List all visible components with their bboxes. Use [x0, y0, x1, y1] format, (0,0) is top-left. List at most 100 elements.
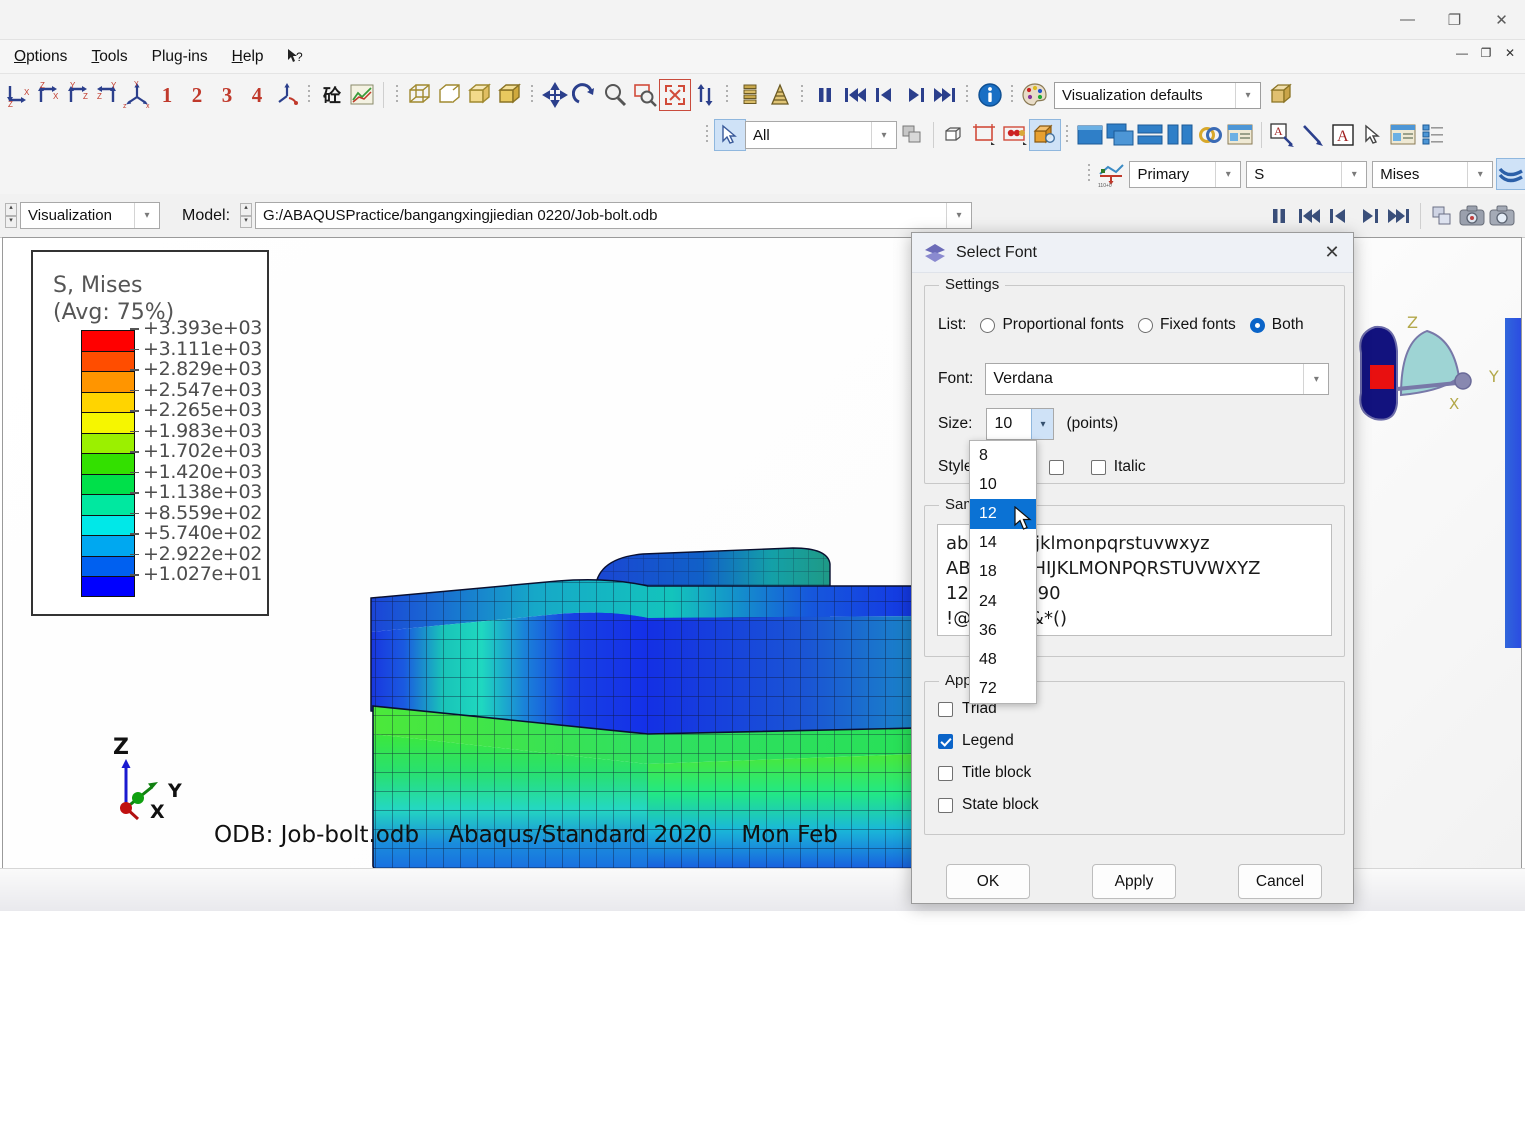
display-group-icon[interactable]: [940, 120, 970, 150]
ply-stack-icon[interactable]: [735, 80, 765, 110]
create-set-icon[interactable]: [970, 120, 1000, 150]
toolbar-grip[interactable]: [529, 82, 536, 108]
window-maximize-button[interactable]: ❐: [1431, 0, 1478, 39]
view-zy-icon[interactable]: ZY: [92, 80, 122, 110]
saved-view-4-button[interactable]: 4: [242, 80, 272, 110]
font-size-dropdown-list[interactable]: 8 10 12 14 18 24 36 48 72: [969, 440, 1037, 704]
font-size-option[interactable]: 24: [970, 587, 1036, 616]
viewport-list-icon[interactable]: [1418, 120, 1448, 150]
font-size-combo[interactable]: 10 ▾: [986, 408, 1055, 440]
pause-icon[interactable]: [810, 80, 840, 110]
saved-view-3-button[interactable]: 3: [212, 80, 242, 110]
cube-icon[interactable]: [1267, 80, 1297, 110]
text-tool-icon[interactable]: A: [1328, 120, 1358, 150]
deformed-shape-icon[interactable]: [1496, 158, 1525, 190]
mdi-minimize-button[interactable]: —: [1451, 43, 1473, 63]
title-block-checkbox[interactable]: [938, 765, 953, 781]
chevron-down-icon[interactable]: ▾: [946, 203, 972, 228]
selection-arrow-icon[interactable]: [714, 119, 746, 151]
copy-viewport-icon[interactable]: [1427, 201, 1457, 231]
bold-checkbox[interactable]: [1048, 459, 1064, 475]
font-size-option[interactable]: 48: [970, 645, 1036, 674]
chevron-down-icon[interactable]: ▾: [1467, 161, 1493, 187]
cycle-view-icon[interactable]: [690, 80, 720, 110]
font-size-option[interactable]: 14: [970, 529, 1036, 558]
filled-icon[interactable]: [495, 80, 525, 110]
mdi-close-button[interactable]: ✕: [1499, 43, 1521, 63]
snapshot-icon[interactable]: [1487, 201, 1517, 231]
font-size-option[interactable]: 18: [970, 558, 1036, 587]
triad-checkbox[interactable]: [938, 701, 953, 717]
tile-horizontal-icon[interactable]: [1135, 120, 1165, 150]
radio-both-fonts[interactable]: [1249, 317, 1265, 333]
checkbox-row-legend[interactable]: Legend: [938, 732, 1039, 750]
pan-icon[interactable]: [540, 80, 570, 110]
dialog-close-button[interactable]: ✕: [1311, 233, 1353, 272]
component-combo[interactable]: Mises ▾: [1372, 160, 1494, 188]
font-family-combo[interactable]: Verdana ▾: [985, 363, 1330, 395]
previous-frame-icon[interactable]: [870, 80, 900, 110]
legend-checkbox[interactable]: [938, 733, 953, 749]
chevron-down-icon[interactable]: ▾: [1303, 364, 1329, 394]
next-frame-icon[interactable]: [1354, 201, 1384, 231]
chevron-down-icon[interactable]: ▾: [1235, 82, 1260, 108]
window-minimize-button[interactable]: —: [1384, 0, 1431, 39]
color-palette-icon[interactable]: [1020, 80, 1050, 110]
command-line-panel[interactable]: [0, 911, 1525, 1145]
arrow-question-icon[interactable]: ?: [286, 48, 304, 66]
model-path-combo[interactable]: G:/ABAQUSPractice/bangangxingjiedian 022…: [255, 202, 973, 229]
toolbar-grip[interactable]: [799, 82, 806, 108]
select-annotation-icon[interactable]: [1358, 120, 1388, 150]
menu-tools[interactable]: Tools: [79, 45, 139, 69]
fit-all-icon[interactable]: [659, 79, 691, 111]
primary-variable-combo[interactable]: Primary ▾: [1129, 160, 1242, 188]
query-icon[interactable]: [1029, 119, 1061, 151]
box-zoom-icon[interactable]: [630, 80, 660, 110]
saved-view-1-button[interactable]: 1: [152, 80, 182, 110]
cancel-button[interactable]: Cancel: [1238, 864, 1322, 899]
module-spinner[interactable]: ▴ ▾: [5, 203, 17, 228]
shaded-icon[interactable]: [465, 80, 495, 110]
view-zx-icon[interactable]: ZX: [32, 80, 62, 110]
wireframe-icon[interactable]: [405, 80, 435, 110]
chevron-down-icon[interactable]: ▾: [1341, 161, 1367, 187]
magnify-icon[interactable]: [600, 80, 630, 110]
apply-button[interactable]: Apply: [1092, 864, 1176, 899]
first-frame-icon[interactable]: [840, 80, 870, 110]
chevron-down-icon[interactable]: ▾: [134, 203, 159, 228]
view-xz-icon[interactable]: XZ: [2, 80, 32, 110]
select-entities-icon[interactable]: [897, 120, 927, 150]
font-size-option[interactable]: 8: [970, 441, 1036, 470]
first-frame-icon[interactable]: [1294, 201, 1324, 231]
pause-icon[interactable]: [1264, 201, 1294, 231]
state-block-checkbox[interactable]: [938, 797, 953, 813]
module-combo[interactable]: Visualization ▾: [20, 202, 160, 229]
output-variable-combo[interactable]: S ▾: [1246, 160, 1368, 188]
arrow-annotation-icon[interactable]: [1298, 120, 1328, 150]
radio-fixed-fonts[interactable]: [1137, 317, 1153, 333]
info-icon[interactable]: [975, 80, 1005, 110]
hidden-line-icon[interactable]: [435, 80, 465, 110]
compass-shape-icon[interactable]: [1353, 305, 1503, 435]
font-size-option[interactable]: 72: [970, 675, 1036, 704]
probe-icon[interactable]: [1000, 120, 1030, 150]
field-output-icon[interactable]: 110+0: [1096, 159, 1126, 189]
mdi-maximize-button[interactable]: ❐: [1475, 43, 1497, 63]
last-frame-icon[interactable]: [930, 80, 960, 110]
print-viewport-icon[interactable]: [1457, 201, 1487, 231]
text-annotation-icon[interactable]: A: [1268, 120, 1298, 150]
menu-plugins[interactable]: Plug-ins: [140, 45, 220, 69]
toolbar-grip[interactable]: [394, 82, 401, 108]
toolbar-grip[interactable]: [306, 82, 313, 108]
next-frame-icon[interactable]: [900, 80, 930, 110]
chevron-down-icon[interactable]: ▾: [871, 122, 896, 148]
free-body-icon[interactable]: [765, 80, 795, 110]
toolbar-grip[interactable]: [704, 122, 711, 148]
menu-options[interactable]: OOptionsptions: [2, 45, 79, 69]
selection-filter-combo[interactable]: All ▾: [745, 121, 897, 149]
previous-frame-icon[interactable]: [1324, 201, 1354, 231]
window-close-button[interactable]: ✕: [1478, 0, 1525, 39]
concrete-tool-icon[interactable]: 砼: [317, 80, 347, 110]
tile-vertical-icon[interactable]: [1165, 120, 1195, 150]
xy-plot-icon[interactable]: [347, 80, 377, 110]
